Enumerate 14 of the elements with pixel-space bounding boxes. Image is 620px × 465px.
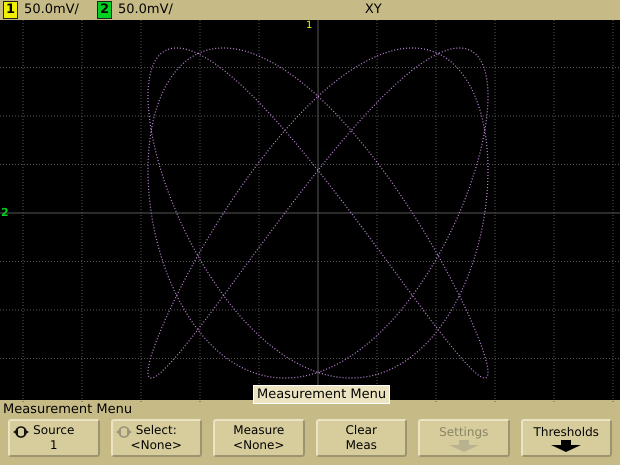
softkey[interactable]: Select: <None>: [110, 419, 202, 458]
trigger-marker: 1: [306, 20, 312, 31]
channel-scale: 50.0mV/: [118, 2, 173, 18]
menu-title: Measurement Menu: [3, 402, 132, 417]
menu-label: Measurement Menu: [253, 384, 390, 404]
display-mode: XY: [364, 2, 382, 18]
softkey[interactable]: Thresholds: [520, 419, 612, 458]
softkey[interactable]: Measure <None>: [213, 419, 304, 458]
softkey[interactable]: Source 1: [8, 419, 100, 458]
channel-number: 1: [3, 0, 18, 19]
channel-number: 2: [96, 0, 112, 19]
ground-marker: 2: [1, 206, 9, 219]
channel-scale: 50.0mV/: [24, 2, 79, 18]
softkey[interactable]: Clear Meas: [316, 419, 407, 458]
